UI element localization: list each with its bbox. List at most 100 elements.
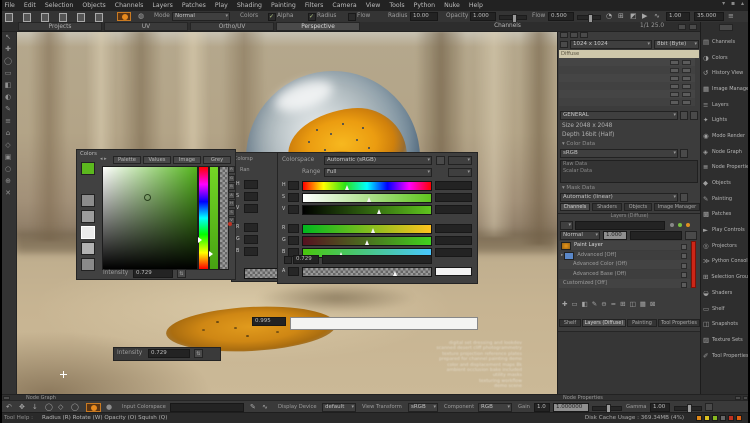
- pen-icon[interactable]: ✎: [250, 403, 256, 412]
- channel-snapshot-icon[interactable]: [682, 100, 691, 105]
- channel-cache-icon[interactable]: [670, 60, 679, 65]
- history-swatch[interactable]: [81, 258, 95, 271]
- channel-snapshot-icon[interactable]: [682, 76, 691, 81]
- left-tool-icon-12[interactable]: ⊕: [0, 175, 16, 187]
- left-tool-icon-7[interactable]: ≡: [0, 115, 16, 127]
- bottom-tool-icon-3[interactable]: ◯: [45, 403, 53, 412]
- layers-tab-layersdiffuse[interactable]: Layers (Diffuse): [582, 319, 626, 327]
- gradient-bar-v[interactable]: [302, 205, 432, 215]
- palette-item-selection-groups[interactable]: ⊞Selection Groups: [701, 269, 750, 285]
- channels-tab-channels[interactable]: Channels: [560, 203, 590, 211]
- menu-item-channels[interactable]: Channels: [110, 2, 148, 9]
- colors-tab-grey[interactable]: Grey: [203, 156, 231, 164]
- channel-row[interactable]: [559, 90, 695, 98]
- left-tool-icon-0[interactable]: ↖: [0, 31, 16, 43]
- file-action-icon[interactable]: [41, 13, 49, 22]
- palette-item-lights[interactable]: ✦Lights: [701, 112, 750, 128]
- channel-button-h[interactable]: H: [228, 200, 235, 207]
- left-tool-icon-5[interactable]: ◐: [0, 91, 16, 103]
- mode-dropdown[interactable]: Normal: [172, 12, 230, 21]
- channel-cache-icon[interactable]: [670, 76, 679, 81]
- left-tool-icon-3[interactable]: ▭: [0, 67, 16, 79]
- left-tool-icon-9[interactable]: ◇: [0, 139, 16, 151]
- mask-reset-chip[interactable]: [680, 193, 688, 202]
- hue-slider-strip[interactable]: [198, 166, 209, 270]
- channel-button-b[interactable]: B: [228, 183, 235, 190]
- value-slider-strip[interactable]: [209, 166, 219, 270]
- channels-toolbar-icon[interactable]: [570, 32, 578, 38]
- camera-near-field[interactable]: 1.00: [666, 12, 690, 21]
- gradient-handle-s[interactable]: [367, 197, 371, 202]
- slider-value-field-h[interactable]: [435, 181, 472, 190]
- picker-intensity-stepper[interactable]: ⇅: [177, 269, 186, 278]
- alpha-mini-field[interactable]: 0.729: [293, 255, 319, 264]
- channel-snapshot-icon[interactable]: [682, 60, 691, 65]
- listbox-line[interactable]: Raw Data: [561, 161, 697, 168]
- history-swatch[interactable]: [81, 194, 95, 207]
- palette-item-shaders[interactable]: ◒Shaders: [701, 285, 750, 301]
- layers-search-field[interactable]: [575, 221, 665, 230]
- flow-slider[interactable]: [577, 15, 601, 20]
- layers-tab-shelf[interactable]: Shelf: [559, 319, 581, 327]
- channels-toolbar-icon[interactable]: [580, 32, 588, 38]
- eraser-tool-icon[interactable]: ◍: [138, 12, 144, 21]
- menu-item-camera[interactable]: Camera: [328, 2, 361, 9]
- layers-status-dot-green[interactable]: [678, 223, 682, 227]
- gradient-bar-r[interactable]: [302, 224, 432, 234]
- intensity-stepper[interactable]: ⇅: [194, 349, 203, 358]
- slider-value-field-r[interactable]: [435, 224, 472, 233]
- color-colorspace-dropdown[interactable]: sRGB: [560, 149, 678, 158]
- slider-value-field-s[interactable]: [435, 193, 472, 202]
- active-paint-tool-button[interactable]: [117, 12, 131, 21]
- channel-cache-icon[interactable]: [670, 92, 679, 97]
- opacity-slider[interactable]: [499, 15, 527, 20]
- radius-field[interactable]: 10.00: [410, 12, 438, 21]
- layers-toolbar-icon[interactable]: ▦: [640, 300, 646, 308]
- history-swatch[interactable]: [81, 226, 95, 239]
- alpha-mini-checkbox[interactable]: [284, 256, 292, 264]
- back-row-field-s[interactable]: [244, 192, 258, 201]
- info-add-icon[interactable]: [680, 111, 688, 120]
- channel-size-dropdown[interactable]: 1024 x 1024: [570, 40, 652, 49]
- left-tool-icon-11[interactable]: ○: [0, 163, 16, 175]
- mask-colorspace-dropdown[interactable]: Automatic (linear): [560, 193, 678, 202]
- layers-tab-toolproperties[interactable]: Tool Properties: [658, 319, 700, 327]
- menu-item-filters[interactable]: Filters: [300, 2, 328, 9]
- mask-icon[interactable]: ◩: [630, 12, 637, 21]
- detached-white-input[interactable]: [290, 317, 478, 330]
- detached-value-field[interactable]: 0.995: [252, 317, 286, 326]
- layer-row[interactable]: Advanced Base (Off): [559, 270, 690, 279]
- palette-item-colors[interactable]: ◑Colors: [701, 50, 750, 66]
- toolbar-more-icon[interactable]: ≡: [728, 12, 734, 21]
- layer-visibility-icon[interactable]: [681, 244, 687, 250]
- layers-toolbar-icon[interactable]: ⊞: [620, 300, 625, 308]
- channel-row-selected[interactable]: Diffuse: [559, 50, 699, 58]
- active-bottom-tool[interactable]: [86, 403, 101, 412]
- file-action-icon[interactable]: [77, 13, 85, 22]
- channel-snapshot-icon[interactable]: [682, 92, 691, 97]
- palette-item-tool-properties[interactable]: ✐Tool Properties: [701, 348, 750, 364]
- bottom-tool-icon-4[interactable]: ◇: [58, 403, 63, 412]
- menu-item-play[interactable]: Play: [210, 2, 232, 9]
- layer-row[interactable]: ▸Advanced [Off]: [559, 251, 690, 260]
- layer-amount-bar[interactable]: [630, 231, 682, 240]
- input-colorspace-field[interactable]: [170, 403, 244, 412]
- layers-scrollbar[interactable]: [691, 241, 696, 288]
- palette-item-channels[interactable]: ▤Channels: [701, 34, 750, 50]
- bottom-tool-icon-5[interactable]: ◯: [71, 403, 79, 412]
- layers-status-dot-orange[interactable]: [686, 223, 690, 227]
- view-tab-projects[interactable]: Projects: [18, 22, 102, 31]
- channel-button-s[interactable]: S: [228, 209, 235, 216]
- left-tool-icon-13[interactable]: ✕: [0, 187, 16, 199]
- channel-cache-icon[interactable]: [670, 100, 679, 105]
- gray-blob-icon[interactable]: ●: [106, 403, 112, 412]
- channel-row[interactable]: [559, 82, 695, 90]
- palette-item-shelf[interactable]: ▭Shelf: [701, 301, 750, 317]
- layer-grid-button[interactable]: [685, 231, 697, 240]
- back-row-field-h[interactable]: [244, 180, 258, 189]
- gamma-field[interactable]: 1.00: [650, 403, 670, 412]
- play-icon[interactable]: ▶: [642, 12, 647, 21]
- gradient-handle-r[interactable]: [371, 228, 375, 233]
- view-tab-orthouv[interactable]: Ortho/UV: [190, 22, 274, 31]
- checkbox-alpha[interactable]: [268, 13, 276, 21]
